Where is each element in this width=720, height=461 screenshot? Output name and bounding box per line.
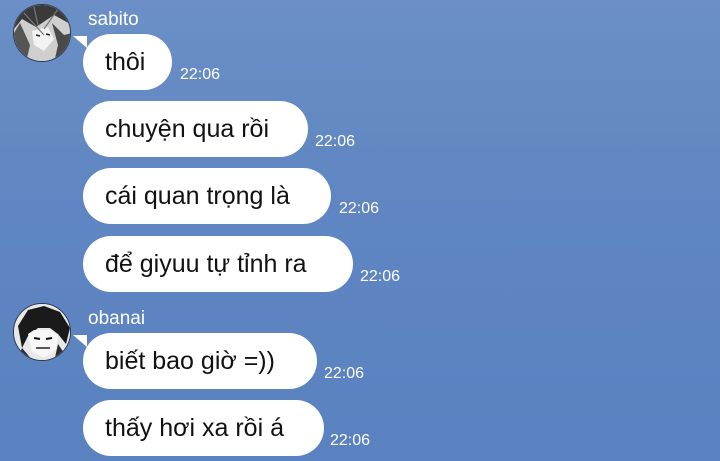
message-text: chuyện qua rồi: [105, 115, 270, 143]
message-bubble[interactable]: biết bao giờ =)): [73, 333, 317, 389]
message-bubble[interactable]: chuyện qua rồi: [83, 101, 308, 157]
message-time: 22:06: [324, 365, 365, 382]
sender-name: sabito: [88, 9, 139, 30]
message-bubble[interactable]: cái quan trọng là: [83, 168, 331, 224]
sabito-avatar[interactable]: [13, 4, 71, 62]
message-text: thôi: [105, 48, 146, 76]
message-text: để giyuu tự tỉnh ra: [105, 250, 307, 278]
message-bubble[interactable]: thấy hơi xa rồi á: [83, 400, 324, 456]
bubble-tail: [73, 335, 87, 347]
message-time: 22:06: [360, 268, 401, 285]
bubble-tail: [73, 36, 87, 48]
message-time: 22:06: [315, 133, 356, 150]
message-text: thấy hơi xa rồi á: [105, 414, 284, 442]
message-text: cái quan trọng là: [105, 182, 290, 210]
obanai-avatar[interactable]: [13, 303, 71, 361]
sender-name: obanai: [88, 308, 146, 329]
message-bubble[interactable]: thôi: [73, 34, 172, 90]
message-time: 22:06: [339, 200, 380, 217]
message-time: 22:06: [180, 66, 221, 83]
message-time: 22:06: [330, 432, 371, 449]
manga-avatar-icon: [14, 304, 70, 360]
message-text: biết bao giờ =)): [105, 347, 275, 375]
manga-avatar-icon: [14, 5, 70, 61]
message-bubble[interactable]: để giyuu tự tỉnh ra: [83, 236, 353, 292]
